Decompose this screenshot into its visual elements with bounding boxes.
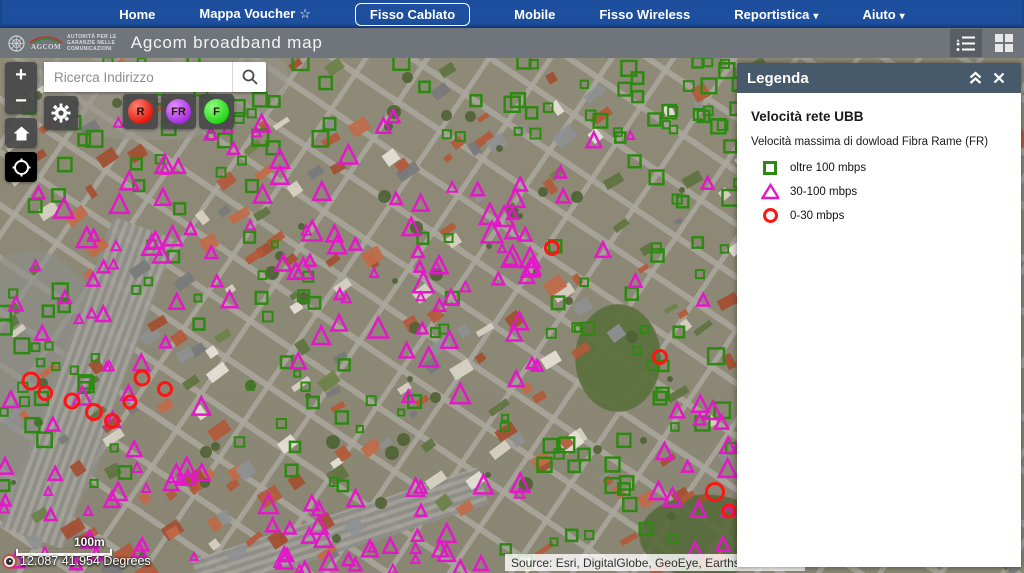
legend-item-label: oltre 100 mbps: [790, 162, 867, 174]
settings-button[interactable]: [44, 96, 78, 130]
map-canvas[interactable]: + − Ricerca Indirizzo R FR F 100m 12.087…: [0, 58, 1024, 573]
legend-items: oltre 100 mbps 30-100 mbps 0-30 mbps: [751, 157, 1007, 227]
legend-item-circle: 0-30 mbps: [751, 204, 1007, 227]
crosshair-icon: [12, 158, 30, 176]
search-button[interactable]: [232, 62, 266, 92]
zoom-in-button[interactable]: +: [5, 62, 37, 88]
layer-orb-r: R: [128, 99, 153, 124]
search-input[interactable]: [44, 62, 232, 92]
gear-icon: [51, 103, 71, 123]
chevrons-up-icon: [969, 71, 981, 84]
scale-label: 100m: [74, 535, 105, 549]
search-icon: [242, 69, 258, 85]
attribution-text: Source: Esri, DigitalGlobe, GeoEye, Eart…: [511, 555, 774, 570]
page-title: Agcom broadband map: [130, 33, 323, 52]
zoom-out-button[interactable]: −: [5, 88, 37, 114]
nav-item-reportistica[interactable]: Reportistica ▾: [734, 7, 818, 22]
network-layer-buttons: R FR F: [123, 94, 234, 129]
square-marker-icon: [761, 161, 779, 175]
legend-panel-header: Legenda: [737, 63, 1021, 93]
layer-button-fr[interactable]: FR: [161, 94, 196, 129]
legend-item-triangle: 30-100 mbps: [751, 179, 1007, 204]
legend-item-label: 0-30 mbps: [790, 209, 845, 222]
scale-bar: 100m: [16, 535, 112, 556]
logo-line-3: COMUNICAZIONI: [67, 46, 112, 53]
layer-orb-fr: FR: [166, 99, 191, 124]
coordinates-text: 12.087 41.954 Degrees: [20, 554, 151, 568]
app-header: AGCOM AUTORITÀ PER LE GARANZIE NELLE COM…: [0, 28, 1024, 58]
grid-icon: [995, 34, 1013, 52]
agcom-logo: AGCOM AUTORITÀ PER LE GARANZIE NELLE COM…: [8, 34, 117, 53]
nav-list: Home Mappa Voucher ☆ Fisso Cablato Mobile Fis…: [119, 2, 905, 26]
address-search: [44, 62, 266, 92]
legend-panel: Legenda Velocità rete UBB Velocità massi…: [737, 63, 1021, 567]
home-icon: [13, 126, 29, 140]
nav-item-mobile[interactable]: Mobile: [514, 7, 555, 22]
zoom-control: + −: [5, 62, 37, 114]
legend-item-label: 30-100 mbps: [790, 185, 858, 198]
coordinates-target-icon: [4, 555, 15, 567]
close-icon: [993, 72, 1005, 84]
nav-item-fisso-cablato[interactable]: Fisso Cablato: [354, 2, 471, 26]
star-icon: ☆: [299, 6, 311, 21]
legend-list-icon: [956, 36, 975, 51]
home-extent-button[interactable]: [5, 118, 37, 148]
header-icons: [950, 29, 1020, 57]
legend-collapse-button[interactable]: [963, 66, 987, 90]
layer-orb-f: F: [204, 99, 229, 124]
top-navigation: Home Mappa Voucher ☆ Fisso Cablato Mobile Fis…: [0, 0, 1024, 28]
coordinates-readout: 12.087 41.954 Degrees: [4, 554, 151, 568]
chevron-down-icon: ▾: [899, 10, 905, 22]
nav-item-aiuto[interactable]: Aiuto ▾: [862, 7, 904, 22]
chevron-down-icon: ▾: [813, 10, 819, 22]
nav-item-mappa-voucher[interactable]: Mappa Voucher ☆: [199, 6, 311, 22]
layer-button-r[interactable]: R: [123, 94, 158, 129]
locate-me-button[interactable]: [5, 152, 37, 182]
legend-panel-body: Velocità rete UBB Velocità massima di do…: [737, 93, 1021, 243]
italy-emblem-icon: [8, 34, 25, 52]
legend-close-button[interactable]: [987, 66, 1011, 90]
legend-section-title: Velocità rete UBB: [751, 109, 864, 124]
nav-item-fisso-wireless[interactable]: Fisso Wireless: [599, 7, 690, 22]
nav-item-home[interactable]: Home: [119, 7, 155, 22]
legend-toggle-button[interactable]: [950, 29, 982, 57]
basemap-gallery-button[interactable]: [988, 29, 1020, 57]
agcom-logo-text: AUTORITÀ PER LE GARANZIE NELLE COMUNICAZ…: [67, 34, 117, 53]
legend-title: Legenda: [747, 69, 809, 87]
triangle-marker-icon: [761, 183, 779, 200]
layer-button-f[interactable]: F: [199, 94, 234, 129]
agcom-wordmark: AGCOM: [29, 35, 63, 51]
agcom-wordmark-text: AGCOM: [30, 43, 62, 51]
legend-item-square: oltre 100 mbps: [751, 157, 1007, 179]
legend-subtitle: Velocità massima di dowload Fibra Rame (…: [751, 136, 989, 148]
circle-marker-icon: [761, 208, 779, 223]
agcom-broadband-map-app: Home Mappa Voucher ☆ Fisso Cablato Mobile Fis…: [0, 0, 1024, 573]
